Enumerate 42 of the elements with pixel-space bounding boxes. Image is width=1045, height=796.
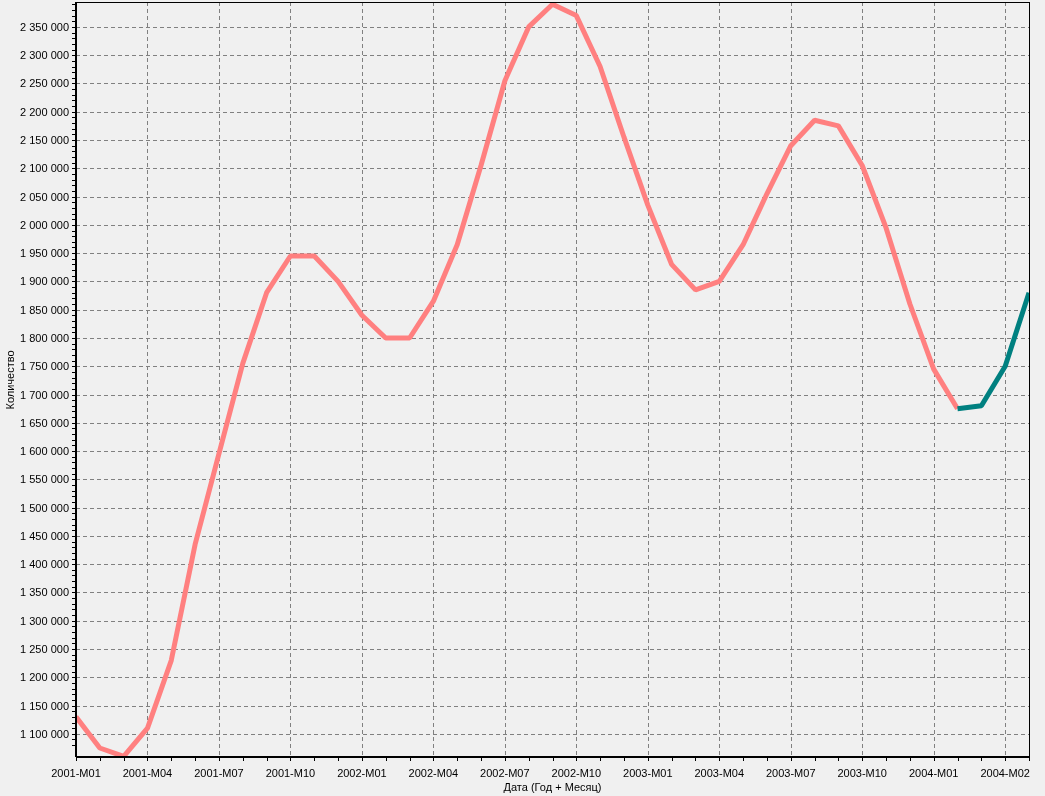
tick-label: 2 300 000 (20, 49, 69, 62)
tick-label: 2004-M02 (980, 767, 1030, 779)
tick-label: 2 250 000 (20, 77, 69, 90)
tick-label: 2001-M10 (265, 767, 316, 779)
axis-title: Количество (4, 350, 16, 410)
tick-label: 1 950 000 (20, 247, 69, 260)
tick-label: 1 550 000 (20, 473, 69, 486)
tick-label: 2 100 000 (20, 162, 69, 175)
tick-label: 1 500 000 (20, 501, 69, 514)
tick-label: 1 200 000 (20, 671, 69, 684)
axis-title: Дата (Год + Месяц) (503, 781, 602, 793)
tick-label: 1 850 000 (20, 303, 69, 316)
tick-label: 1 300 000 (20, 614, 69, 627)
tick-label: 2 050 000 (20, 190, 69, 203)
tick-label: 2003-M04 (694, 767, 745, 779)
tick-label: 2002-M01 (337, 767, 387, 779)
tick-label: 1 400 000 (20, 558, 69, 571)
tick-label: 2 000 000 (20, 218, 69, 231)
tick-label: 2004-M01 (908, 767, 959, 779)
tick-label: 2001-M07 (194, 767, 244, 779)
tick-label: 1 600 000 (20, 445, 69, 458)
tick-label: 2001-M04 (122, 767, 173, 779)
tick-label: 2003-M01 (623, 767, 673, 779)
tick-label: 2 150 000 (20, 134, 69, 147)
tick-label: 1 450 000 (20, 529, 69, 542)
tick-label: 1 350 000 (20, 586, 69, 599)
tick-label: 2002-M10 (551, 767, 602, 779)
tick-label: 1 900 000 (20, 275, 69, 288)
tick-label: 1 150 000 (20, 699, 69, 712)
tick-label: 1 800 000 (20, 331, 69, 344)
tick-label: 2002-M07 (480, 767, 530, 779)
tick-label: 2002-M04 (408, 767, 459, 779)
tick-label: 1 700 000 (20, 388, 69, 401)
tick-label: 2 200 000 (20, 105, 69, 118)
tick-label: 1 750 000 (20, 360, 69, 373)
tick-label: 1 650 000 (20, 416, 69, 429)
tick-label: 1 250 000 (20, 643, 69, 655)
tick-label: 1 100 000 (20, 727, 69, 740)
tick-label: 2003-M10 (837, 767, 887, 779)
tick-label: 2001-M01 (51, 767, 101, 779)
tick-label: 2 350 000 (20, 20, 69, 33)
tick-label: 2003-M07 (766, 767, 816, 779)
